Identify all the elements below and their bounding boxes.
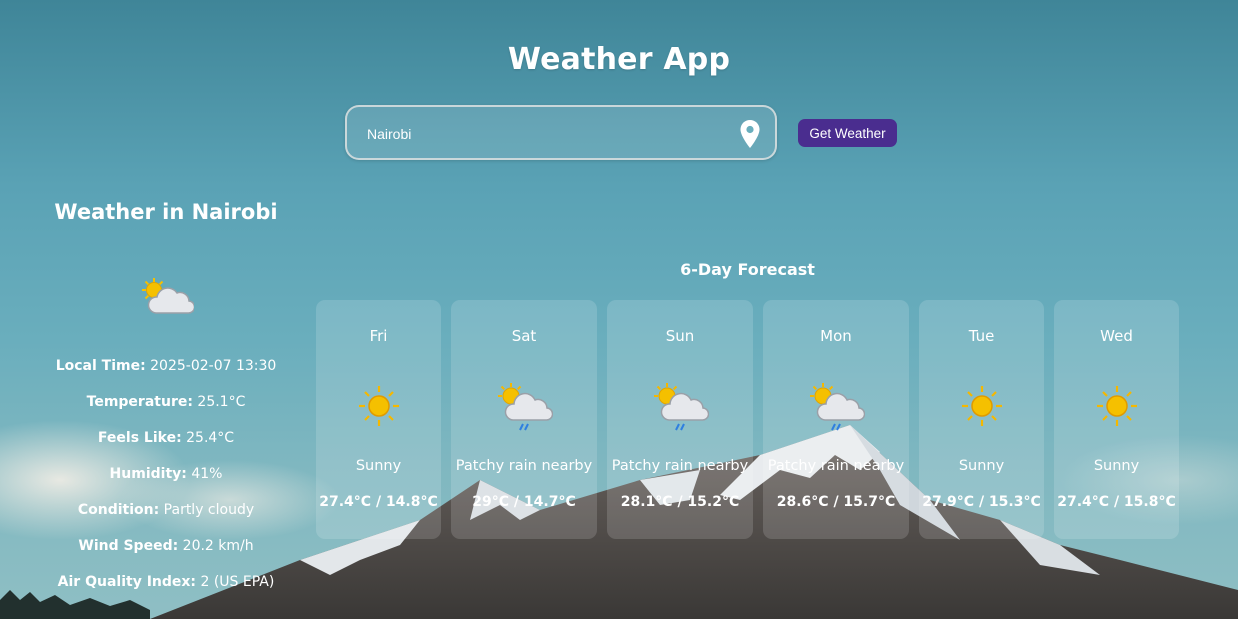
- forecast-temps: 27.4°C / 14.8°C: [319, 494, 438, 510]
- forecast-temps: 28.6°C / 15.7°C: [776, 494, 896, 510]
- map-pin-icon[interactable]: [739, 119, 761, 149]
- city-input[interactable]: [365, 107, 729, 160]
- forecast-day: Mon: [820, 327, 852, 345]
- page-title: Weather App: [507, 42, 731, 77]
- forecast-card-tue: Tue Sunny 27.9°C / 15.3°C: [919, 300, 1044, 539]
- forecast-card-sun: Sun Patchy rain nearby 28.1°C / 15.2°C: [607, 300, 753, 539]
- forecast-day: Sat: [511, 327, 537, 345]
- forecast-card-sat: Sat Patchy rain nearby 29°C / 14.7°C: [451, 300, 597, 539]
- forecast-temps: 27.4°C / 15.8°C: [1057, 494, 1176, 510]
- forecast-card-wed: Wed Sunny 27.4°C / 15.8°C: [1054, 300, 1179, 539]
- forecast-temps: 27.9°C / 15.3°C: [922, 494, 1041, 510]
- get-weather-button[interactable]: Get Weather: [798, 119, 897, 147]
- stat-humidity: Humidity: 41%: [109, 466, 223, 482]
- forecast-day: Tue: [968, 327, 995, 345]
- forecast-card-fri: Fri Sunny 27.4°C / 14.8°C: [316, 300, 441, 539]
- stat-air-quality: Air Quality Index: 2 (US EPA): [57, 574, 275, 590]
- forecast-title: 6-Day Forecast: [680, 260, 815, 279]
- stat-wind-speed: Wind Speed: 20.2 km/h: [78, 538, 254, 554]
- forecast-day: Fri: [369, 327, 388, 345]
- search-box[interactable]: [345, 105, 777, 160]
- sunny-icon: [1096, 386, 1137, 426]
- forecast-temps: 28.1°C / 15.2°C: [620, 494, 740, 510]
- stat-local-time: Local Time: 2025-02-07 13:30: [55, 358, 277, 374]
- rain-icon: [654, 383, 709, 431]
- forecast-condition: Patchy rain nearby: [611, 458, 749, 474]
- forecast-condition: Sunny: [355, 458, 402, 474]
- rain-icon: [810, 383, 865, 431]
- forecast-card-mon: Mon Patchy rain nearby 28.6°C / 15.7°C: [763, 300, 909, 539]
- current-weather-panel: Weather in Nairobi Local Time: 2025-02-0…: [0, 200, 332, 608]
- forecast-condition: Sunny: [1093, 458, 1140, 474]
- current-weather-stats: Local Time: 2025-02-07 13:30 Temperature…: [0, 356, 332, 608]
- partly-cloudy-icon: [142, 278, 196, 314]
- sunny-icon: [961, 386, 1002, 426]
- weather-app: Weather App Get Weather Weather in Nairo…: [0, 0, 1238, 619]
- forecast-day: Sun: [665, 327, 695, 345]
- forecast-temps: 29°C / 14.7°C: [472, 494, 576, 510]
- stat-temperature: Temperature: 25.1°C: [86, 394, 246, 410]
- stat-condition: Condition: Partly cloudy: [77, 502, 255, 518]
- sunny-icon: [358, 386, 399, 426]
- stat-feels-like: Feels Like: 25.4°C: [97, 430, 235, 446]
- forecast-day: Wed: [1100, 327, 1133, 345]
- current-weather-heading: Weather in Nairobi: [54, 200, 278, 224]
- forecast-condition: Sunny: [958, 458, 1005, 474]
- rain-icon: [498, 383, 553, 431]
- forecast-condition: Patchy rain nearby: [767, 458, 905, 474]
- forecast-condition: Patchy rain nearby: [455, 458, 593, 474]
